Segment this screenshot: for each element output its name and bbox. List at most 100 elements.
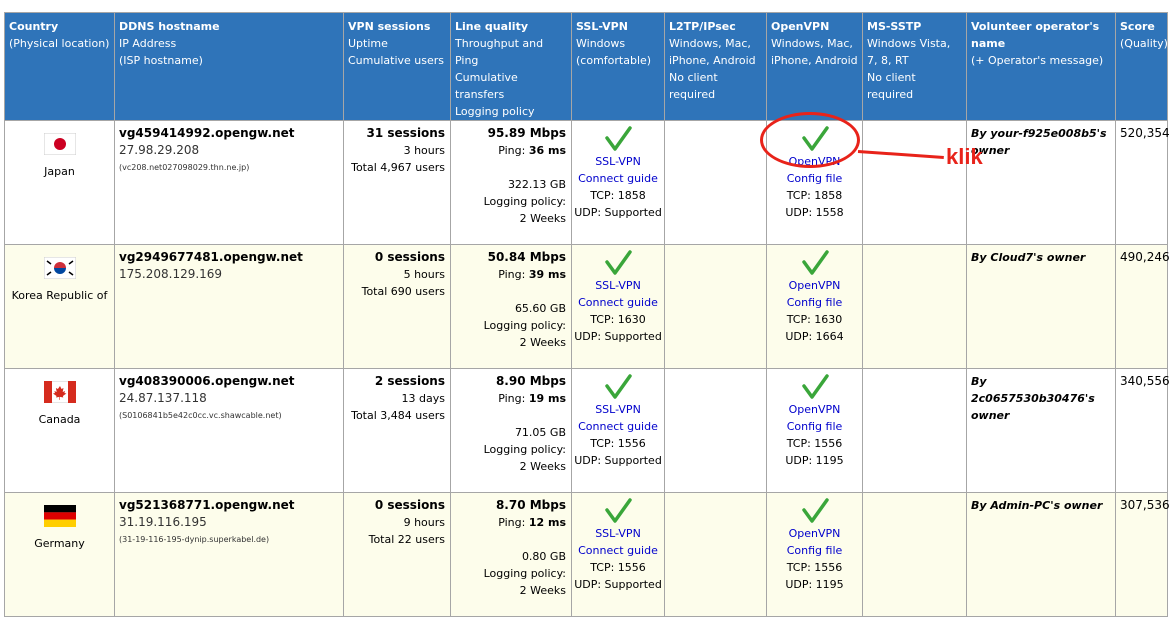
operator-cell: By 2c0657530b30476's owner xyxy=(966,368,1116,493)
ssl-tcp-port: TCP: 1556 xyxy=(590,561,646,574)
column-header[interactable]: DDNS hostname IP Address (ISP hostname) xyxy=(114,12,344,121)
country-name: Japan xyxy=(44,165,75,178)
ssl-vpn-cell: SSL-VPN Connect guide TCP: 1858 UDP: Suppor… xyxy=(571,120,665,245)
table-row: Canada vg408390006.opengw.net 24.87.137.11… xyxy=(4,368,1170,493)
korea-flag-icon xyxy=(43,256,76,280)
vpn-session-count: 0 sessions xyxy=(374,250,445,264)
column-header-subtitle: iPhone, Android xyxy=(771,54,858,67)
column-header[interactable]: Country (Physical location) xyxy=(4,12,115,121)
logging-policy-value: 2 Weeks xyxy=(519,336,566,349)
sessions-cell: 2 sessions 13 days Total 3,484 users xyxy=(343,368,451,493)
quality-score: 340,556 xyxy=(1120,374,1170,388)
ssl-connect-guide-link[interactable]: Connect guide xyxy=(572,418,664,435)
column-header-subtitle: 7, 8, RT xyxy=(867,54,909,67)
column-header-title: VPN sessions xyxy=(348,20,431,33)
column-header-subtitle: (comfortable) xyxy=(576,54,652,67)
ip-address: 31.19.116.195 xyxy=(119,515,207,529)
operator-name: By Admin-PC's owner xyxy=(971,499,1103,512)
openvpn-config-file-link[interactable]: Config file xyxy=(767,294,862,311)
openvpn-link[interactable]: OpenVPN xyxy=(767,525,862,542)
column-header[interactable]: Volunteer operator's name (+ Operator's m… xyxy=(966,12,1116,121)
ssl-connect-guide-link[interactable]: Connect guide xyxy=(572,542,664,559)
ssl-vpn-link[interactable]: SSL-VPN xyxy=(572,277,664,294)
ssl-vpn-link[interactable]: SSL-VPN xyxy=(572,153,664,170)
ip-address: 175.208.129.169 xyxy=(119,267,223,281)
l2tp-ipsec-cell xyxy=(664,120,767,245)
hostname-cell: vg408390006.opengw.net 24.87.137.118 (S010… xyxy=(114,368,344,493)
column-header-title: Country xyxy=(9,20,59,33)
ping: Ping: 19 ms xyxy=(455,390,566,407)
logging-policy-value: 2 Weeks xyxy=(519,460,566,473)
column-header-subtitle: (Quality) xyxy=(1120,37,1168,50)
uptime: 5 hours xyxy=(403,268,445,281)
operator-name: By your-f925e008b5's owner xyxy=(971,127,1107,157)
vpn-session-count: 2 sessions xyxy=(374,374,445,388)
ssl-tcp-port: TCP: 1630 xyxy=(590,313,646,326)
column-header[interactable]: Line quality Throughput and Ping Cumulativ… xyxy=(450,12,572,121)
ssl-vpn-link[interactable]: SSL-VPN xyxy=(572,525,664,542)
ssl-vpn-link[interactable]: SSL-VPN xyxy=(572,401,664,418)
column-header-title: L2TP/IPsec xyxy=(669,20,736,33)
column-header-subtitle: Windows, Mac, xyxy=(771,37,853,50)
vpn-session-count: 0 sessions xyxy=(374,498,445,512)
ping-label: Ping: xyxy=(498,392,526,405)
openvpn-udp-port: UDP: 1195 xyxy=(785,578,844,591)
operator-cell: By Admin-PC's owner xyxy=(966,492,1116,617)
column-header-title: OpenVPN xyxy=(771,20,830,33)
column-header-title: MS-SSTP xyxy=(867,20,922,33)
openvpn-config-file-link[interactable]: Config file xyxy=(767,170,862,187)
column-header[interactable]: L2TP/IPsec Windows, Mac, iPhone, Android No… xyxy=(664,12,767,121)
column-header[interactable]: OpenVPN Windows, Mac, iPhone, Android xyxy=(766,12,863,121)
cumulative-users: Total 22 users xyxy=(368,533,445,546)
quality-score: 520,354 xyxy=(1120,126,1170,140)
hostname-cell: vg459414992.opengw.net 27.98.29.208 (vc208… xyxy=(114,120,344,245)
column-header-subtitle: Uptime xyxy=(348,37,388,50)
openvpn-link[interactable]: OpenVPN xyxy=(767,277,862,294)
openvpn-cell: OpenVPN Config file TCP: 1556 UDP: 1195 xyxy=(766,492,863,617)
column-header[interactable]: MS-SSTP Windows Vista, 7, 8, RT No client r… xyxy=(862,12,967,121)
ping-value: 19 ms xyxy=(528,392,566,405)
operator-cell: By Cloud7's owner xyxy=(966,244,1116,369)
ping-value: 39 ms xyxy=(528,268,566,281)
column-header[interactable]: VPN sessions Uptime Cumulative users xyxy=(343,12,451,121)
logging-policy-label: Logging policy: xyxy=(483,567,566,580)
country-name: Canada xyxy=(38,413,81,426)
openvpn-tcp-port: TCP: 1556 xyxy=(786,561,843,574)
ssl-tcp-port: TCP: 1858 xyxy=(590,189,646,202)
openvpn-cell: OpenVPN Config file TCP: 1556 UDP: 1195 xyxy=(766,368,863,493)
germany-flag-icon xyxy=(43,505,76,527)
column-header-subtitle: (Physical location) xyxy=(9,37,110,50)
country-cell: Germany xyxy=(4,492,115,617)
ddns-hostname: vg521368771.opengw.net xyxy=(119,498,295,512)
ping-label: Ping: xyxy=(498,516,526,529)
cumulative-users: Total 690 users xyxy=(361,285,445,298)
check-icon xyxy=(800,497,830,525)
openvpn-config-file-link[interactable]: Config file xyxy=(767,542,862,559)
line-quality-cell: 50.84 Mbps Ping: 39 ms 65.60 GB Logging pol… xyxy=(450,244,572,369)
openvpn-link[interactable]: OpenVPN xyxy=(767,401,862,418)
annotation-klik-label: klik xyxy=(946,144,983,169)
column-header[interactable]: Score (Quality) xyxy=(1115,12,1168,121)
logging-policy-value: 2 Weeks xyxy=(519,584,566,597)
canada-flag-icon xyxy=(43,380,76,404)
country-cell: Canada xyxy=(4,368,115,493)
column-header-subtitle: Windows xyxy=(576,37,626,50)
hostname-cell: vg521368771.opengw.net 31.19.116.195 (31-1… xyxy=(114,492,344,617)
ssl-connect-guide-link[interactable]: Connect guide xyxy=(572,170,664,187)
quality-score: 490,246 xyxy=(1120,250,1170,264)
hostname-cell: vg2949677481.opengw.net 175.208.129.169 xyxy=(114,244,344,369)
ssl-tcp-port: TCP: 1556 xyxy=(590,437,646,450)
logging-policy-label: Logging policy: xyxy=(483,443,566,456)
score-cell: 490,246 xyxy=(1115,244,1170,369)
openvpn-config-file-link[interactable]: Config file xyxy=(767,418,862,435)
country-name: Korea Republic of xyxy=(11,289,108,302)
ms-sstp-cell xyxy=(862,492,967,617)
column-header[interactable]: SSL-VPN Windows (comfortable) xyxy=(571,12,665,121)
ping: Ping: 39 ms xyxy=(455,266,566,283)
table-header-row: Country (Physical location) DDNS hostname I… xyxy=(4,12,1168,121)
logging-policy-value: 2 Weeks xyxy=(519,212,566,225)
ssl-connect-guide-link[interactable]: Connect guide xyxy=(572,294,664,311)
